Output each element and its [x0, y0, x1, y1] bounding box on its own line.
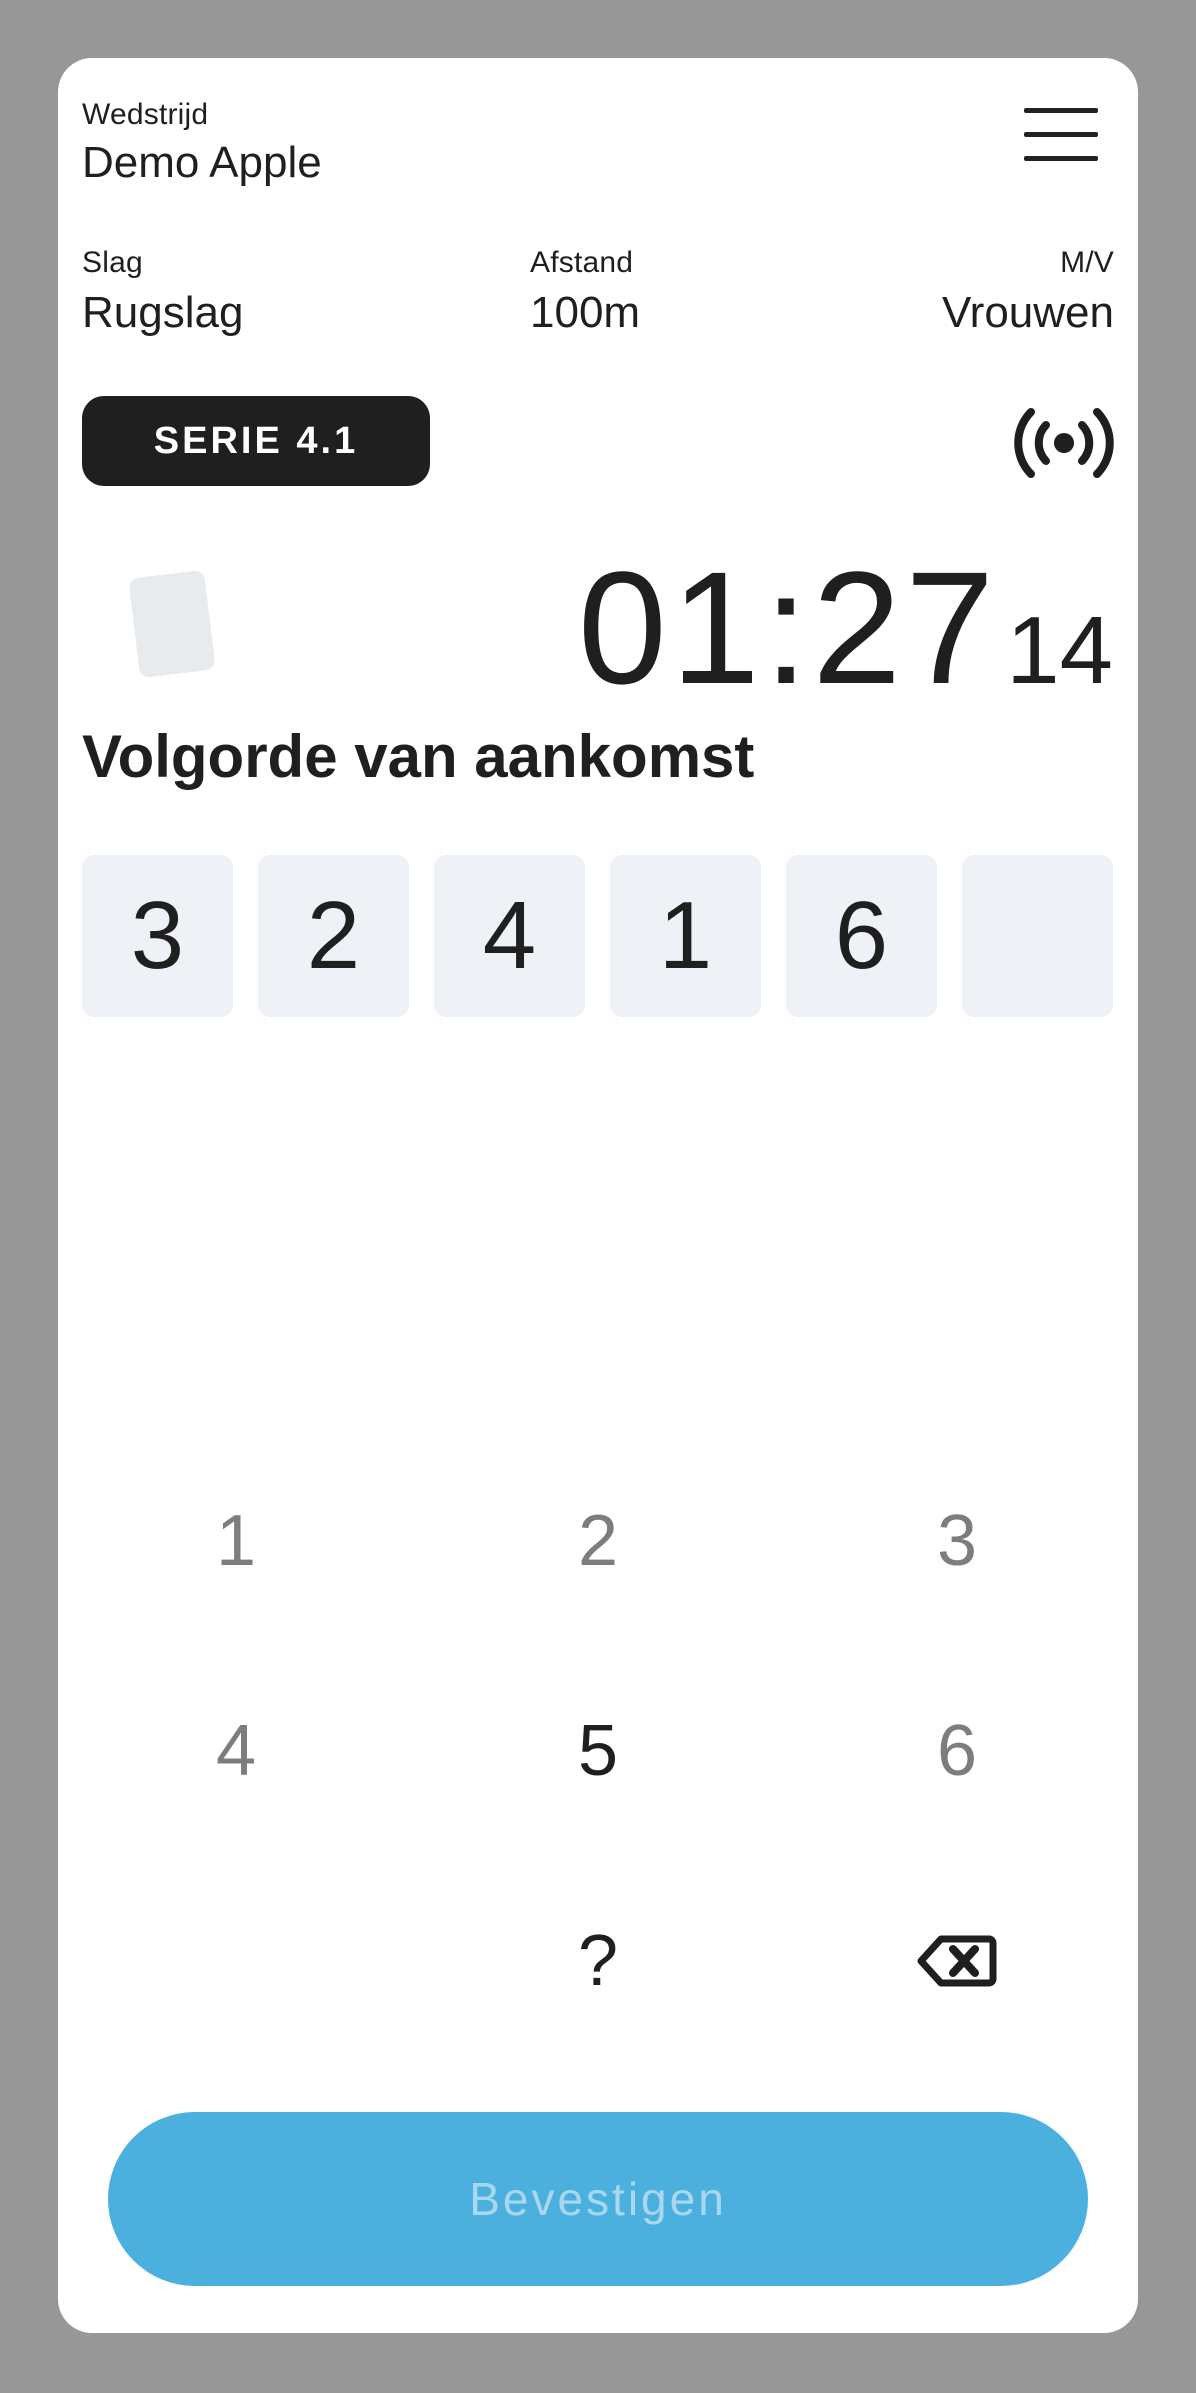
backspace-glyph	[917, 1935, 997, 1987]
key-6[interactable]: 6	[857, 1676, 1057, 1826]
order-title: Volgorde van aankomst	[82, 723, 755, 790]
app-screen: Wedstrijd Demo Apple Slag Rugslag Afstan…	[58, 58, 1138, 2333]
serie-badge[interactable]: SERIE 4.1	[82, 396, 430, 486]
competition-label: Wedstrijd	[82, 98, 209, 131]
order-slot[interactable]: 1	[610, 855, 761, 1017]
competition-name: Demo Apple	[82, 138, 322, 187]
key-3[interactable]: 3	[857, 1466, 1057, 1616]
key-1[interactable]: 1	[136, 1466, 336, 1616]
distance-value: 100m	[530, 288, 641, 337]
confirm-button[interactable]: Bevestigen	[108, 2112, 1088, 2286]
hamburger-menu-icon[interactable]	[1020, 108, 1100, 166]
gender-value: Vrouwen	[941, 288, 1114, 337]
backspace-icon[interactable]	[857, 1886, 1057, 2036]
order-slots: 3 2 4 1 6	[82, 855, 1113, 1017]
broadcast-icon[interactable]	[1014, 406, 1114, 480]
gender-label: M/V	[1060, 246, 1114, 279]
key-5[interactable]: 5	[498, 1676, 698, 1826]
order-slot[interactable]: 4	[434, 855, 585, 1017]
order-slot[interactable]: 2	[258, 855, 409, 1017]
card-icon[interactable]	[128, 569, 216, 679]
device-frame: Wedstrijd Demo Apple Slag Rugslag Afstan…	[0, 0, 1196, 2393]
stroke-value: Rugslag	[82, 288, 244, 337]
key-unknown[interactable]: ?	[498, 1886, 698, 2036]
order-slot[interactable]	[962, 855, 1113, 1017]
stroke-label: Slag	[82, 246, 143, 279]
order-slot[interactable]: 3	[82, 855, 233, 1017]
timer-main: 01:27	[577, 538, 999, 717]
order-slot[interactable]: 6	[786, 855, 937, 1017]
key-2[interactable]: 2	[498, 1466, 698, 1616]
distance-label: Afstand	[530, 246, 634, 279]
key-4[interactable]: 4	[136, 1676, 336, 1826]
race-timer: 01:27 14	[578, 548, 1113, 708]
timer-hundredths: 14	[1006, 597, 1113, 704]
